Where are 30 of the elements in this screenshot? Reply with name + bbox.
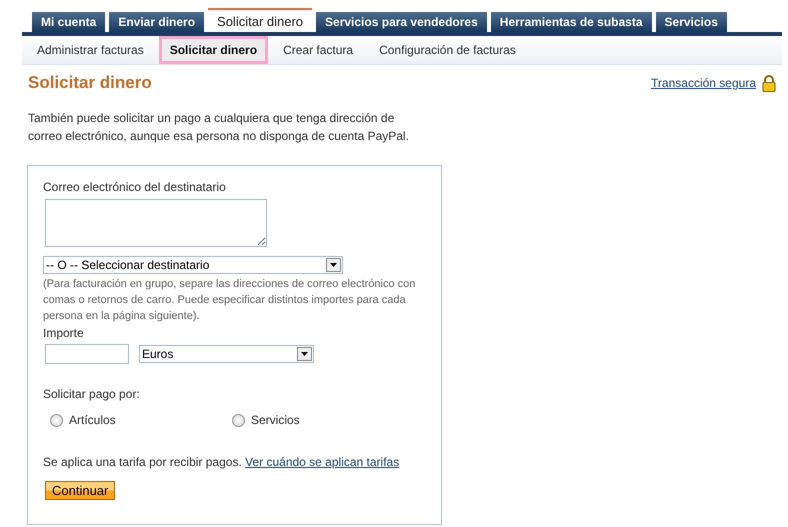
continue-button[interactable]: Continuar xyxy=(45,481,116,500)
secure-transaction-link[interactable]: Transacción segura xyxy=(651,76,756,90)
fee-text: Se aplica una tarifa por recibir pagos. xyxy=(43,455,242,469)
fees-link[interactable]: Ver cuándo se aplican tarifas xyxy=(245,455,400,469)
subnav-tab[interactable]: Configuración de facturas xyxy=(368,36,527,64)
padlock-icon xyxy=(762,74,776,92)
subnav-tab[interactable]: Administrar facturas xyxy=(26,36,155,64)
field-label: Solicitar pago por: xyxy=(43,387,141,401)
radio-label: Artículos xyxy=(69,413,116,427)
currency-select[interactable]: Euros xyxy=(139,345,314,363)
nav-tab[interactable]: Servicios para vendedores xyxy=(316,12,487,32)
radio-label: Servicios xyxy=(251,413,300,427)
radio-button[interactable] xyxy=(232,414,245,426)
page-title: Solicitar dinero xyxy=(28,73,153,93)
radio-button[interactable] xyxy=(50,414,63,426)
recipient-select[interactable]: -- O -- Seleccionar destinatario xyxy=(43,256,343,274)
field-label: Importe xyxy=(43,326,85,340)
amount-field[interactable] xyxy=(45,344,129,364)
email-field[interactable] xyxy=(45,199,267,247)
subnav-tab[interactable]: Solicitar dinero xyxy=(158,36,268,64)
nav-tab[interactable]: Herramientas de subasta xyxy=(490,12,652,32)
caret-icon xyxy=(330,263,337,267)
intro-text: También puede solicitar un pago a cualquiera que tenga dirección de correo electrónico, aunque esa persona no disponga de cuenta PayPal. xyxy=(28,110,410,145)
caret-icon xyxy=(301,352,308,356)
field-label: Correo electrónico del destinatario xyxy=(43,180,227,194)
subnav-tab[interactable]: Crear factura xyxy=(272,36,364,64)
nav-tab[interactable]: Servicios xyxy=(656,12,727,32)
hint-text: (Para facturación en grupo, separe las direcciones de correo electrónico con comas o retornos de carro. Puede especificar distintos importes para cada persona en la página siguiente). xyxy=(43,277,416,324)
nav-tab[interactable]: Mi cuenta xyxy=(32,12,106,32)
nav-tab[interactable]: Enviar dinero xyxy=(109,12,204,32)
